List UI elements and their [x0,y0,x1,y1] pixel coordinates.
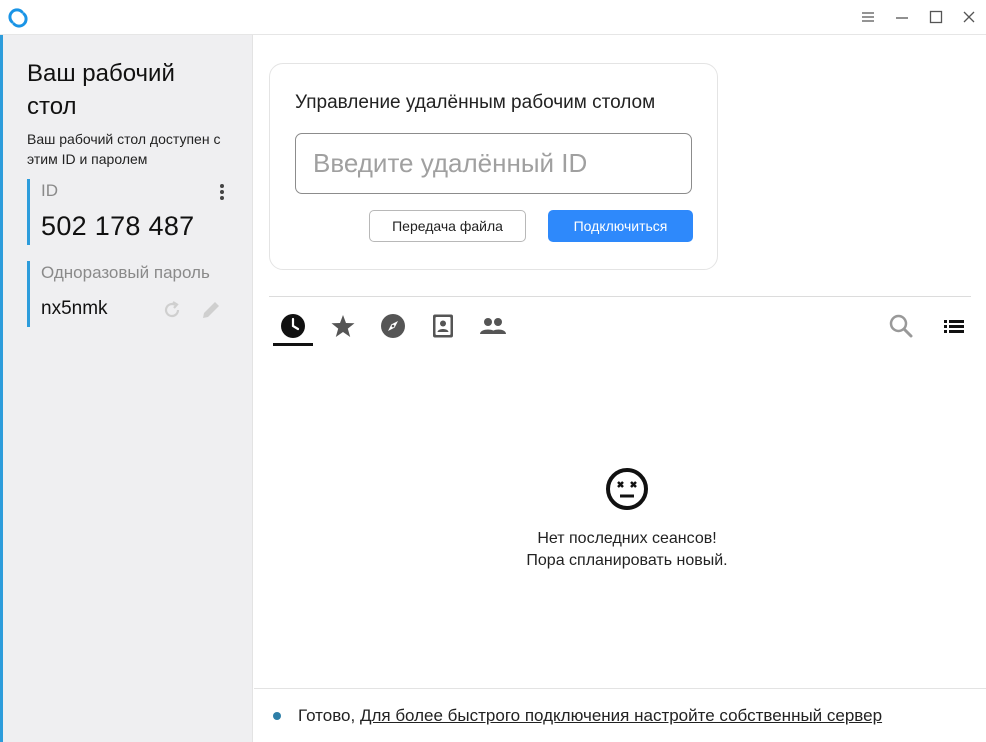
search-icon [889,314,913,338]
status-bar: Готово, Для более быстрого подключения н… [254,688,986,742]
empty-state-message: Нет последних сеансов! Пора спланировать… [477,528,777,572]
id-field: ID 502 178 487 [27,179,233,245]
close-icon[interactable] [958,6,980,28]
server-setup-link[interactable]: Для более быстрого подключения настройте… [360,706,882,725]
section-divider [269,296,971,297]
sidebar-description: Ваш рабочий стол доступен с этим ID и па… [27,131,221,167]
file-transfer-button[interactable]: Передача файла [369,210,526,242]
status-text-container: Готово, Для более быстрого подключения н… [298,706,882,726]
empty-state-line2: Пора спланировать новый. [526,552,728,569]
group-people-icon [480,318,506,334]
dizzy-face-icon [605,467,649,511]
status-indicator [273,712,281,720]
edit-pencil-icon[interactable] [199,298,223,322]
empty-state-line1: Нет последних сеансов! [537,530,717,547]
card-title: Управление удалённым рабочим столом [295,92,656,113]
app-logo-icon [7,7,29,29]
refresh-icon[interactable] [161,299,183,321]
id-label: ID [41,181,58,200]
connect-button[interactable]: Подключиться [548,210,693,242]
favorites-star-icon [331,315,355,337]
tab-groups[interactable] [474,310,512,342]
maximize-icon[interactable] [925,6,947,28]
more-options-icon[interactable] [215,182,229,204]
app-window: Ваш рабочий стол Ваш рабочий стол доступ… [0,0,986,742]
remote-id-input[interactable] [295,133,692,194]
title-bar [0,0,986,35]
sidebar: Ваш рабочий стол Ваш рабочий стол доступ… [0,35,253,742]
password-value: nx5nmk [41,298,108,319]
address-book-icon [433,314,453,338]
list-view-icon [944,320,964,333]
tab-discovered[interactable] [374,310,412,342]
search-button[interactable] [887,312,915,340]
minimize-icon[interactable] [891,6,913,28]
tab-address-book[interactable] [424,310,462,342]
remote-control-card: Управление удалённым рабочим столом Пере… [269,63,718,270]
discovered-compass-icon [381,314,405,338]
active-tab-indicator [273,343,313,346]
list-view-button[interactable] [940,312,968,340]
tab-recent[interactable] [274,310,312,342]
tab-favorites[interactable] [324,310,362,342]
id-value: 502 178 487 [41,211,195,241]
password-field: Одноразовый пароль nx5nmk [27,261,233,327]
recent-clock-icon [281,314,305,338]
sidebar-title: Ваш рабочий стол [27,60,175,120]
status-text: Готово, [298,706,356,725]
hamburger-menu-icon[interactable] [857,6,879,28]
password-label: Одноразовый пароль [41,263,210,282]
